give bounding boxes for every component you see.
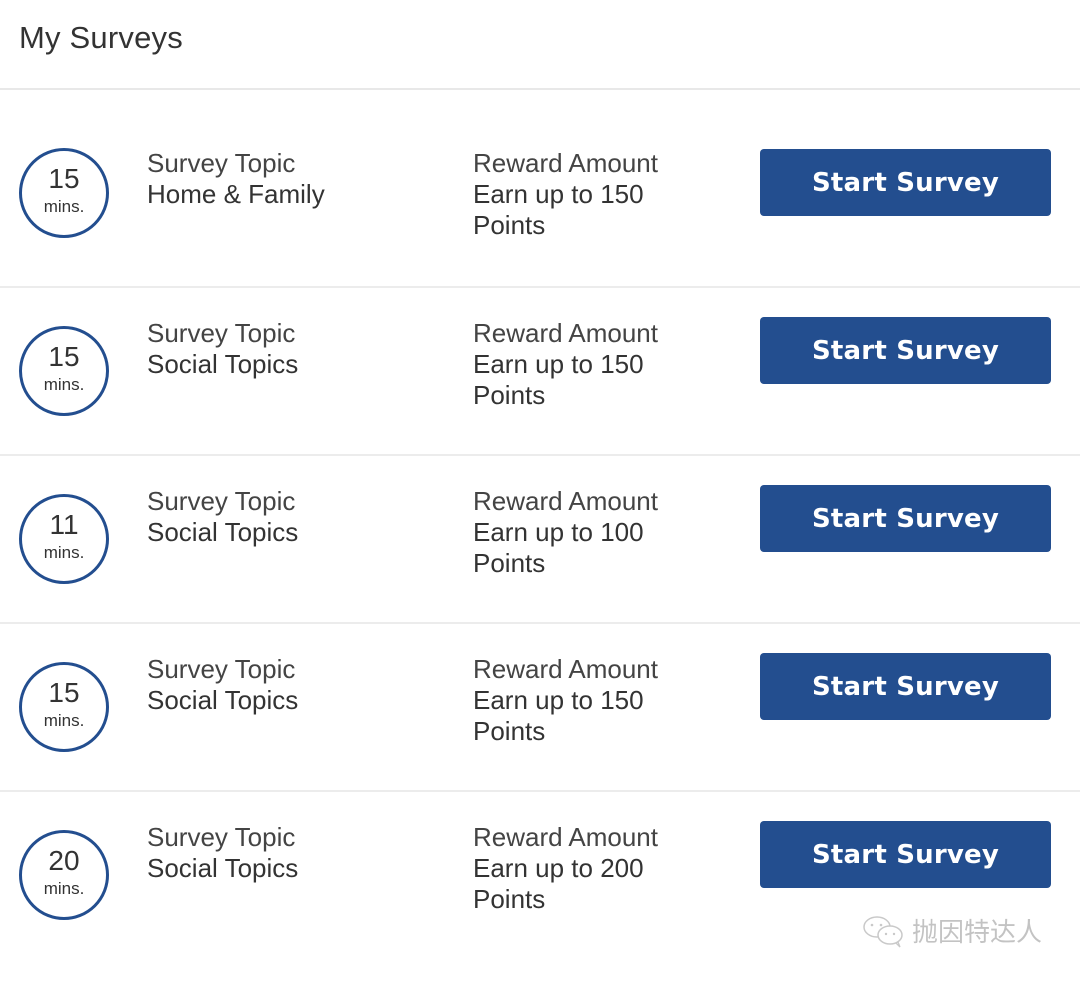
- reward-amount: Reward Amount Earn up to 150 Points: [473, 318, 683, 411]
- duration-badge: 15 mins.: [19, 662, 109, 752]
- page-title: My Surveys: [19, 20, 183, 55]
- reward-amount-label: Reward Amount: [473, 654, 658, 684]
- reward-amount: Reward Amount Earn up to 150 Points: [473, 654, 683, 747]
- page-header: My Surveys: [0, 0, 1080, 90]
- reward-amount-value-line1: Earn up to 150: [473, 179, 644, 209]
- survey-topic-value: Social Topics: [147, 517, 299, 547]
- duration-minutes: 15: [48, 677, 80, 708]
- reward-amount-label: Reward Amount: [473, 486, 658, 516]
- survey-topic-label: Survey Topic: [147, 486, 296, 516]
- start-survey-button[interactable]: Start Survey: [760, 149, 1051, 216]
- start-survey-button[interactable]: Start Survey: [760, 317, 1051, 384]
- reward-amount-value-line1: Earn up to 200: [473, 853, 644, 883]
- duration-minutes: 11: [49, 509, 79, 540]
- reward-amount: Reward Amount Earn up to 100 Points: [473, 486, 683, 579]
- duration-minutes: 15: [48, 341, 80, 372]
- survey-topic-label: Survey Topic: [147, 148, 296, 178]
- reward-amount-value-line2: Points: [473, 884, 546, 914]
- duration-badge: 15 mins.: [19, 148, 109, 238]
- survey-topic: Survey Topic Social Topics: [147, 486, 298, 548]
- duration-unit: mins.: [43, 197, 85, 216]
- survey-row: 15 mins. Survey Topic Home & Family Rewa…: [0, 90, 1080, 288]
- duration-unit: mins.: [43, 375, 85, 394]
- survey-topic: Survey Topic Home & Family: [147, 148, 325, 210]
- survey-row: 15 mins. Survey Topic Social Topics Rewa…: [0, 288, 1080, 456]
- start-survey-button[interactable]: Start Survey: [760, 485, 1051, 552]
- duration-minutes: 15: [48, 163, 80, 194]
- survey-topic-label: Survey Topic: [147, 654, 296, 684]
- start-survey-button[interactable]: Start Survey: [760, 653, 1051, 720]
- duration-badge: 20 mins.: [19, 830, 109, 920]
- duration-badge: 11 mins.: [19, 494, 109, 584]
- reward-amount-value-line1: Earn up to 150: [473, 349, 644, 379]
- survey-topic: Survey Topic Social Topics: [147, 318, 298, 380]
- survey-topic: Survey Topic Social Topics: [147, 822, 298, 884]
- reward-amount-label: Reward Amount: [473, 148, 658, 178]
- duration-unit: mins.: [43, 543, 85, 562]
- reward-amount-label: Reward Amount: [473, 822, 658, 852]
- watermark: 抛因特达人: [862, 912, 1042, 949]
- reward-amount-label: Reward Amount: [473, 318, 658, 348]
- duration-unit: mins.: [43, 879, 85, 898]
- survey-topic-value: Social Topics: [147, 349, 299, 379]
- survey-topic-label: Survey Topic: [147, 318, 296, 348]
- reward-amount-value-line2: Points: [473, 380, 546, 410]
- survey-row: 15 mins. Survey Topic Social Topics Rewa…: [0, 624, 1080, 792]
- wechat-icon: [863, 915, 903, 947]
- duration-badge: 15 mins.: [19, 326, 109, 416]
- survey-topic-value: Social Topics: [147, 685, 299, 715]
- reward-amount-value-line2: Points: [473, 548, 546, 578]
- start-survey-button[interactable]: Start Survey: [760, 821, 1051, 888]
- survey-topic-value: Social Topics: [147, 853, 299, 883]
- reward-amount-value-line2: Points: [473, 210, 546, 240]
- survey-row: 11 mins. Survey Topic Social Topics Rewa…: [0, 456, 1080, 624]
- survey-topic: Survey Topic Social Topics: [147, 654, 298, 716]
- reward-amount-value-line1: Earn up to 100: [473, 517, 644, 547]
- duration-minutes: 20: [48, 845, 80, 876]
- survey-topic-label: Survey Topic: [147, 822, 296, 852]
- duration-unit: mins.: [43, 711, 85, 730]
- survey-topic-value: Home & Family: [147, 179, 325, 209]
- reward-amount-value-line1: Earn up to 150: [473, 685, 644, 715]
- reward-amount: Reward Amount Earn up to 200 Points: [473, 822, 683, 915]
- reward-amount: Reward Amount Earn up to 150 Points: [473, 148, 683, 241]
- watermark-text: 抛因特达人: [912, 917, 1043, 947]
- survey-list: 15 mins. Survey Topic Home & Family Rewa…: [0, 90, 1080, 958]
- reward-amount-value-line2: Points: [473, 716, 546, 746]
